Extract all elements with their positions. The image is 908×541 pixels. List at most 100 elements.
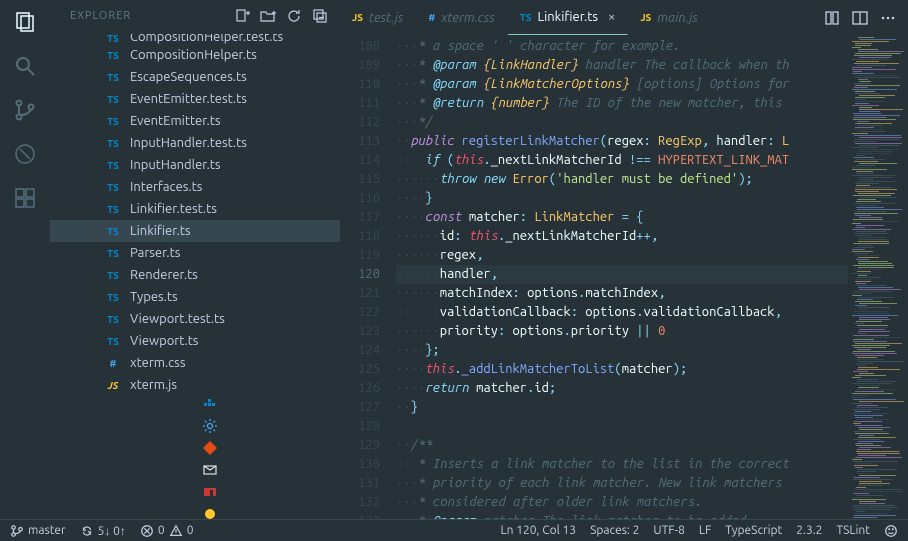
status-indentation[interactable]: Spaces: 2 [590, 524, 639, 537]
file-icon [202, 484, 218, 500]
minimap[interactable] [848, 35, 908, 519]
file-badge: TS [104, 94, 122, 105]
close-icon[interactable]: × [608, 10, 615, 24]
file-badge: TS [104, 138, 122, 149]
collapse-all-icon[interactable] [312, 8, 328, 24]
file-name: Linkifier.test.ts [130, 202, 217, 216]
tab-badge: JS [640, 12, 651, 23]
file-badge: TS [104, 336, 122, 347]
status-lint[interactable]: TSLint [836, 524, 870, 537]
tab-label: xterm.css [441, 11, 495, 25]
debug-icon[interactable] [13, 142, 37, 166]
status-encoding[interactable]: UTF-8 [653, 524, 684, 537]
file-row[interactable]: # xterm.css [50, 352, 340, 374]
tab-label: Linkifier.ts [537, 10, 598, 24]
editor-tab[interactable]: # xterm.css [416, 0, 507, 35]
file-badge: TS [104, 72, 122, 83]
file-icon [202, 440, 218, 456]
file-name: Viewport.ts [130, 334, 198, 348]
more-icon[interactable] [880, 10, 896, 26]
file-row[interactable]: .gitignore [50, 440, 340, 462]
status-bar: master 5↓ 0↑ 0 0 Ln 120, Col 13 Spaces: … [0, 519, 908, 541]
file-row[interactable]: JS xterm.js [50, 374, 340, 396]
tab-badge: TS [520, 12, 532, 23]
file-name: EventEmitter.test.ts [130, 92, 247, 106]
file-badge: TS [104, 204, 122, 215]
status-ts-version[interactable]: 2.3.2 [796, 524, 822, 537]
file-row[interactable]: TSEscapeSequences.ts [50, 66, 340, 88]
file-row[interactable]: TS Linkifier.test.ts [50, 198, 340, 220]
tab-badge: # [428, 12, 435, 23]
activity-bar [0, 0, 50, 519]
status-eol[interactable]: LF [699, 524, 711, 537]
file-name: Linkifier.ts [130, 224, 191, 238]
file-row[interactable]: TS Linkifier.ts [50, 220, 340, 242]
status-cursor-position[interactable]: Ln 120, Col 13 [501, 524, 577, 537]
file-badge: TS [104, 226, 122, 237]
file-badge: TS [104, 248, 122, 259]
split-editor-icon[interactable] [852, 10, 868, 26]
source-control-icon[interactable] [13, 98, 37, 122]
file-row[interactable]: .travis.yml [50, 506, 340, 519]
file-row[interactable]: TS InputHandler.test.ts [50, 132, 340, 154]
line-gutter: 1081091101111121131141151161171181191201… [340, 35, 396, 519]
file-row[interactable]: TS Renderer.ts [50, 264, 340, 286]
file-row[interactable]: .editorconfig [50, 418, 340, 440]
file-name: Parser.ts [130, 246, 180, 260]
code-content[interactable]: ···* a space ' ' character for example.·… [396, 35, 848, 519]
extensions-icon[interactable] [13, 186, 37, 210]
file-name: xterm.js [130, 378, 177, 392]
file-row[interactable]: TS Viewport.test.ts [50, 308, 340, 330]
tab-label: test.js [369, 11, 403, 25]
file-badge: TS [104, 182, 122, 193]
status-problems[interactable]: 0 0 [140, 524, 194, 538]
new-folder-icon[interactable] [260, 8, 276, 24]
file-name: xterm.css [130, 356, 185, 370]
refresh-icon[interactable] [286, 8, 302, 24]
sidebar-title: EXPLORER [70, 10, 131, 22]
file-row[interactable]: TS CompositionHelper.ts [50, 44, 340, 66]
file-badge: JS [104, 380, 122, 391]
file-row[interactable]: .dockerignore [50, 396, 340, 418]
status-branch[interactable]: master [10, 524, 66, 538]
file-icon [202, 506, 218, 519]
file-name: CompositionHelper.ts [130, 48, 257, 62]
file-badge: TS [104, 292, 122, 303]
file-icon [202, 418, 218, 434]
file-row[interactable]: TS Parser.ts [50, 242, 340, 264]
file-icon [202, 462, 218, 478]
editor-tab[interactable]: JS main.js [628, 0, 710, 35]
file-badge: TS [104, 50, 122, 61]
file-name: InputHandler.ts [130, 158, 221, 172]
file-row[interactable]: TS Interfaces.ts [50, 176, 340, 198]
file-name: Renderer.ts [130, 268, 198, 282]
status-sync[interactable]: 5↓ 0↑ [80, 524, 126, 538]
file-badge: TS [104, 270, 122, 281]
file-badge: TS [104, 160, 122, 171]
file-name: Interfaces.ts [130, 180, 202, 194]
file-row[interactable]: TS Viewport.ts [50, 330, 340, 352]
file-badge: TS [104, 314, 122, 325]
file-name: Types.ts [130, 290, 178, 304]
file-badge: # [104, 358, 122, 369]
file-row[interactable]: .mailmap [50, 462, 340, 484]
explorer-icon[interactable] [13, 10, 37, 34]
tab-badge: JS [352, 12, 363, 23]
file-name: EventEmitter.ts [130, 114, 220, 128]
file-row[interactable]: TS EventEmitter.test.ts [50, 88, 340, 110]
status-feedback-icon[interactable] [884, 524, 898, 538]
explorer-sidebar: EXPLORER TSCompositionHelper.test.tsTSCo… [50, 0, 340, 519]
file-row[interactable]: TSEventEmitter.ts [50, 110, 340, 132]
file-name: Viewport.test.ts [130, 312, 225, 326]
compare-icon[interactable] [824, 10, 840, 26]
file-name: InputHandler.test.ts [130, 136, 247, 150]
search-icon[interactable] [13, 54, 37, 78]
tab-label: main.js [657, 11, 697, 25]
file-row[interactable]: .npmignore [50, 484, 340, 506]
status-language[interactable]: TypeScript [725, 524, 782, 537]
file-row[interactable]: TS Types.ts [50, 286, 340, 308]
file-row[interactable]: TS InputHandler.ts [50, 154, 340, 176]
editor-tab[interactable]: TS Linkifier.ts × [508, 0, 629, 35]
new-file-icon[interactable] [234, 8, 250, 24]
editor-tab[interactable]: JS test.js [340, 0, 416, 35]
